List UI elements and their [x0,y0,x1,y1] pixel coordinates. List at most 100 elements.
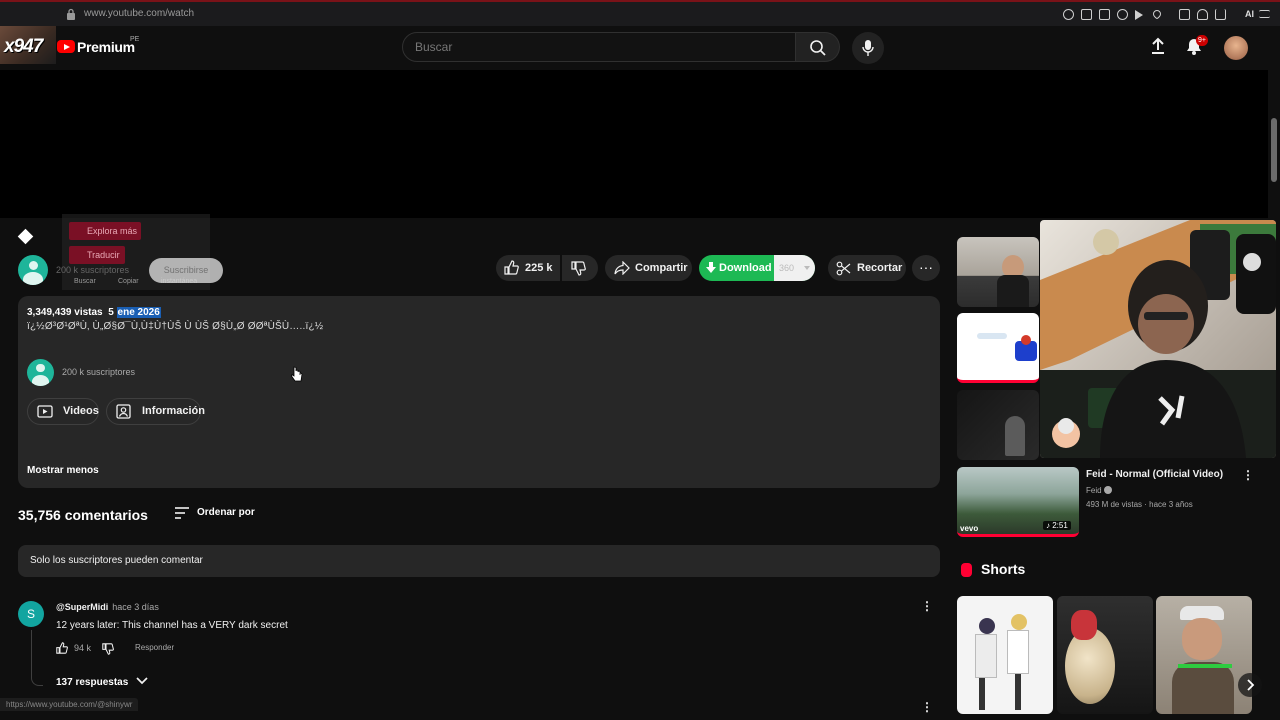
clip-button[interactable]: Recortar [828,255,906,281]
streamer-avatar: x947 [0,26,56,64]
like-button[interactable]: 225 k [496,255,560,281]
recommended-video-title[interactable]: Feid - Normal (Official Video) [1086,469,1223,480]
webcam-feed [1040,220,1276,458]
scissors-icon [836,261,851,276]
status-bar-url: https://www.youtube.com/@shinywr [0,698,139,711]
like-count: 225 k [525,262,553,274]
comment-avatar[interactable]: S [18,601,44,627]
heart-icon[interactable] [1151,8,1163,20]
recommended-thumbnail[interactable] [957,313,1039,383]
video-duration: ♪ 2:51 [1043,521,1071,530]
sort-comments-button[interactable]: Ordenar por [175,507,255,519]
comment-menu-icon[interactable]: ⋮ [921,700,933,714]
more-horizontal-icon: ··· [919,259,933,275]
reply-button[interactable]: Responder [135,643,174,652]
video-menu-icon[interactable]: ⋮ [1242,468,1254,482]
explore-more-button[interactable]: Explora más [69,222,141,240]
logo-text[interactable]: Premium [77,39,135,55]
description-box[interactable]: 3,349,439 vistas 5 ene 2026 ï¿½Ø³Ø¹ØªÙ‚ … [18,296,940,488]
diamond-icon[interactable] [17,228,34,245]
short-thumbnail[interactable] [1156,596,1252,714]
address-bar[interactable]: www.youtube.com/watch [84,8,194,19]
thumbs-down-icon [571,261,586,276]
description-channel-avatar[interactable] [27,359,54,386]
channel-avatar[interactable] [18,255,48,285]
verified-icon [1103,486,1112,494]
videos-label: Videos [63,405,99,417]
recommended-thumbnail[interactable] [957,390,1039,460]
more-actions-button[interactable]: ··· [912,255,940,281]
thumbs-up-icon [504,260,519,275]
youtube-logo-icon[interactable] [57,40,75,53]
quality-select[interactable]: 360 [774,255,815,281]
person-box-icon [116,404,131,419]
scrollbar-thumb[interactable] [1271,118,1277,182]
shorts-next-button[interactable] [1238,673,1262,697]
description-text: ï¿½Ø³Ø¹ØªÙ‚ Ù„Ø§Ø¯Ù‚Ù‡Ù†ÙŠ Ù ÙŠ Ø§Ù„Ø­ Ø… [27,321,324,332]
shield-icon[interactable] [1117,9,1128,20]
country-code: PE [130,36,140,43]
video-duration-value: 2:51 [1052,521,1068,530]
comment-time[interactable]: hace 3 días [112,602,159,612]
popup-search[interactable]: Buscar [74,278,96,285]
voice-search-button[interactable] [852,32,884,64]
comment-like-count: 94 k [74,643,92,653]
recommended-channel-name[interactable]: Feid [1086,486,1102,495]
popup-copy[interactable]: Copiar [118,278,139,285]
comment-author[interactable]: @SuperMidi hace 3 días [56,602,159,612]
explore-more-label: Explora más [87,226,138,236]
videos-button[interactable]: Videos [27,398,99,425]
search-icon [810,40,826,56]
chevron-down-icon [136,677,148,685]
comment-like-icon[interactable] [56,642,68,654]
translate-button[interactable]: Traducir [69,246,125,264]
masthead: x947 Premium PE Buscar 9+ [0,26,1280,70]
shorts-icon [961,563,972,577]
thread-line [31,630,43,686]
dislike-button[interactable] [562,255,598,281]
zoom-icon[interactable] [1063,9,1074,20]
share-button[interactable]: Compartir [605,255,692,281]
recommended-channel[interactable]: Feid [1086,486,1112,495]
view-count: 3,349,439 vistas [27,307,103,318]
video-icon [37,405,53,418]
download-button[interactable]: Download 360 [699,255,815,281]
comment-dislike-icon[interactable] [102,643,114,655]
chevron-right-icon [1247,679,1255,691]
comment-author-handle[interactable]: @SuperMidi [56,602,108,612]
video-player[interactable] [0,70,1268,218]
menu-icon[interactable] [1259,10,1270,18]
streamer-tag: x947 [4,36,43,57]
upload-icon[interactable] [1148,36,1168,56]
download-label: Download [719,262,772,274]
short-thumbnail[interactable] [957,596,1053,714]
screenshot-icon[interactable] [1099,9,1110,20]
clip-label: Recortar [857,262,903,274]
translate-label: Traducir [87,250,120,260]
subscribe-button[interactable]: Suscribirse [149,258,223,283]
search-input[interactable]: Buscar [402,32,796,62]
quality-value: 360 [779,263,795,273]
download-icon[interactable] [1215,9,1226,20]
search-button[interactable] [796,32,840,62]
lock-icon [67,8,75,20]
pin-icon[interactable] [1081,9,1092,20]
information-button[interactable]: Información [106,398,205,425]
view-replies-button[interactable]: 137 respuestas [56,677,148,688]
short-thumbnail[interactable] [1057,596,1153,714]
ai-button[interactable]: AI [1245,9,1254,19]
recommended-thumbnail[interactable] [957,237,1039,307]
account-avatar[interactable] [1224,36,1248,60]
comment-menu-icon[interactable]: ⋮ [921,599,933,613]
show-less-button[interactable]: Mostrar menos [27,465,99,476]
subscribers-only-notice: Solo los suscriptores pueden comentar [18,545,940,577]
profile-icon[interactable] [1197,9,1208,20]
comments-count: 35,756 comentarios [18,507,148,523]
recommended-video-meta: 493 M de vistas · hace 3 años [1086,500,1193,509]
webcam-overlay [1040,220,1276,458]
sort-icon [175,507,189,519]
browser-toolbar: www.youtube.com/watch AI [0,0,1280,26]
extension-icon[interactable] [1179,9,1190,20]
vevo-badge: vevo [960,524,979,533]
play-icon[interactable] [1135,10,1143,20]
